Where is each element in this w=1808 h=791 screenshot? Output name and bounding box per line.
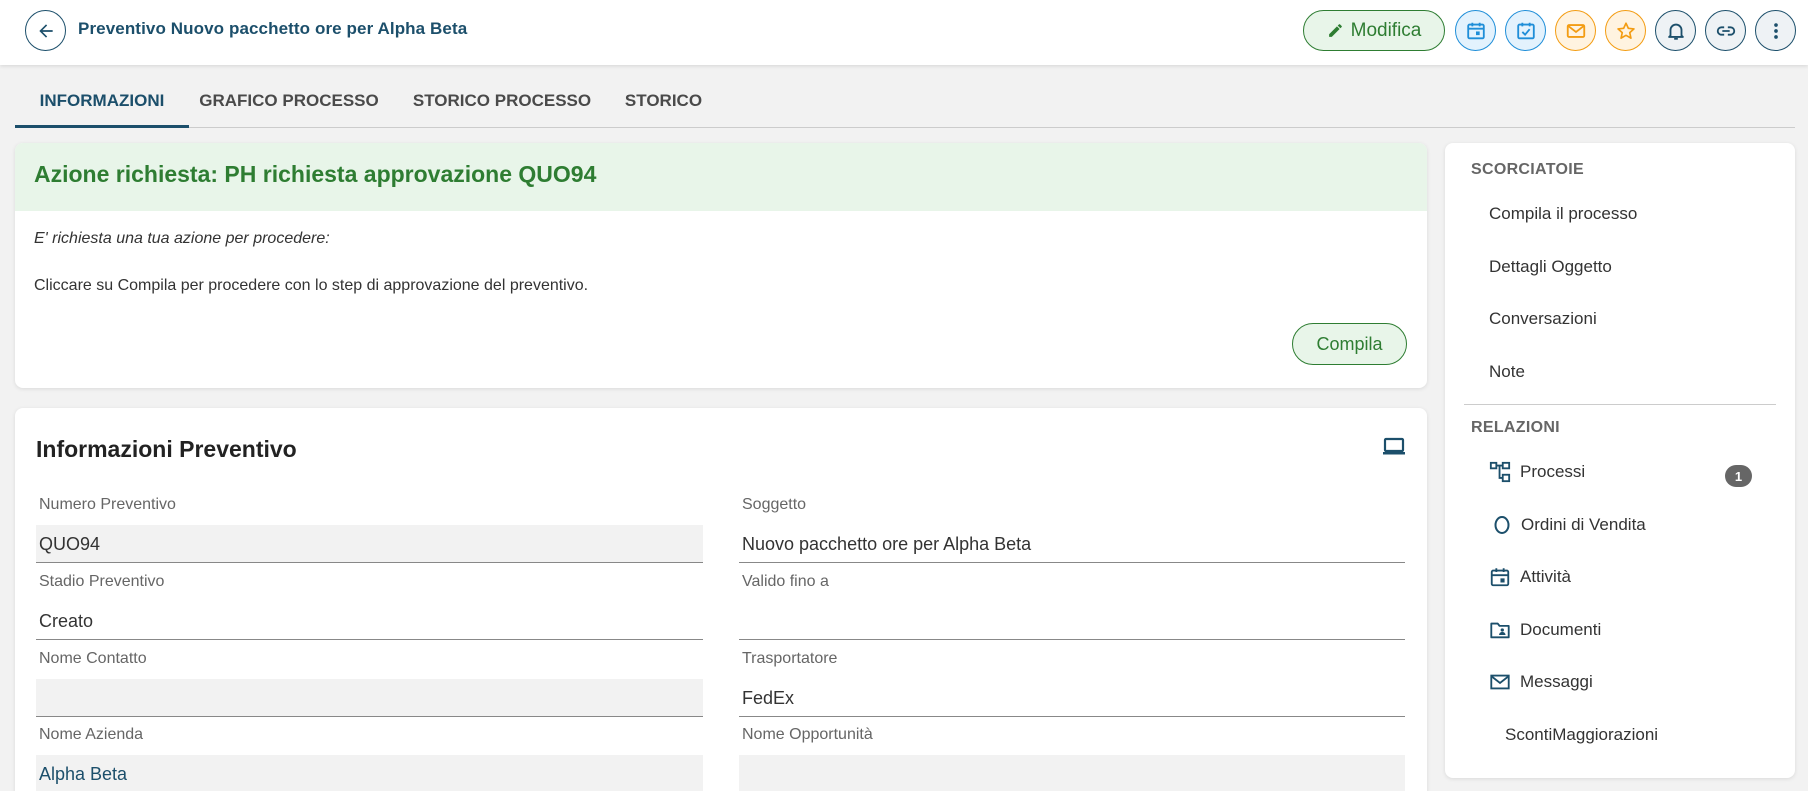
task-button[interactable]	[1505, 10, 1546, 51]
link-button[interactable]	[1705, 10, 1746, 51]
shortcut-compila-processo[interactable]: Compila il processo	[1489, 204, 1637, 224]
tab-informazioni[interactable]: INFORMAZIONI	[15, 78, 189, 128]
top-header: Preventivo Nuovo pacchetto ore per Alpha…	[0, 0, 1808, 65]
circle-icon	[1494, 516, 1510, 534]
arrow-left-icon	[38, 23, 53, 38]
notifications-button[interactable]	[1655, 10, 1696, 51]
relation-sconti-maggiorazioni[interactable]: ScontiMaggiorazioni	[1505, 725, 1658, 745]
calendar-button[interactable]	[1455, 10, 1496, 51]
trasportatore-field[interactable]: FedEx	[739, 679, 1405, 717]
field-label: Trasportatore	[742, 650, 838, 667]
more-options-button[interactable]	[1755, 10, 1796, 51]
more-vert-icon	[1773, 22, 1778, 39]
required-action-title: Azione richiesta: PH richiesta approvazi…	[15, 143, 1427, 211]
relation-messaggi[interactable]: Messaggi	[1489, 669, 1593, 695]
required-action-card: Azione richiesta: PH richiesta approvazi…	[15, 143, 1427, 388]
bell-icon	[1667, 23, 1684, 40]
soggetto-field[interactable]: Nuovo pacchetto ore per Alpha Beta	[739, 525, 1405, 563]
relations-heading: RELAZIONI	[1471, 419, 1560, 436]
sidebar-divider	[1464, 404, 1776, 405]
relation-ordini-vendita[interactable]: Ordini di Vendita	[1492, 512, 1646, 538]
field-label: Numero Preventivo	[39, 496, 176, 513]
star-icon	[1616, 21, 1635, 39]
tab-bar: INFORMAZIONI GRAFICO PROCESSO STORICO PR…	[15, 78, 1795, 128]
stadio-preventivo-field[interactable]: Creato	[36, 602, 703, 640]
nome-azienda-link[interactable]: Alpha Beta	[36, 755, 703, 791]
sidebar: SCORCIATOIE Compila il processo Dettagli…	[1445, 143, 1795, 778]
page-title: Preventivo Nuovo pacchetto ore per Alpha…	[78, 19, 468, 38]
edit-button-label: Modifica	[1350, 19, 1422, 41]
field-label: Nome Contatto	[39, 650, 147, 667]
nome-opportunita-field	[739, 755, 1405, 791]
relation-label: Documenti	[1520, 620, 1602, 639]
shortcut-note[interactable]: Note	[1489, 362, 1525, 382]
calendar-icon	[1490, 568, 1510, 587]
numero-preventivo-field: QUO94	[36, 525, 703, 563]
required-action-text: Cliccare su Compila per procedere con lo…	[34, 277, 589, 294]
calendar-icon	[1466, 22, 1485, 39]
mail-icon	[1490, 674, 1510, 690]
relation-label: Processi	[1520, 462, 1586, 481]
shortcut-conversazioni[interactable]: Conversazioni	[1489, 309, 1597, 329]
relation-attivita[interactable]: Attività	[1489, 564, 1571, 590]
back-button[interactable]	[25, 10, 66, 51]
relation-label: Messaggi	[1520, 672, 1593, 691]
shortcuts-heading: SCORCIATOIE	[1471, 161, 1584, 178]
field-label: Nome Azienda	[39, 726, 144, 743]
mail-icon	[1566, 23, 1585, 38]
relation-label: Attività	[1520, 567, 1572, 586]
folder-user-icon	[1490, 622, 1510, 639]
shortcut-dettagli-oggetto[interactable]: Dettagli Oggetto	[1489, 257, 1612, 277]
relation-processi[interactable]: Processi	[1489, 459, 1585, 485]
email-button[interactable]	[1555, 10, 1596, 51]
field-label: Nome Opportunità	[742, 726, 873, 743]
field-label: Soggetto	[742, 496, 807, 513]
field-label: Stadio Preventivo	[39, 573, 165, 590]
valido-fino-a-field[interactable]	[739, 602, 1405, 640]
link-icon	[1716, 25, 1735, 36]
relation-documenti[interactable]: Documenti	[1489, 617, 1601, 643]
required-action-subtitle: E' richiesta una tua azione per proceder…	[34, 230, 330, 247]
edit-button[interactable]: Modifica	[1303, 10, 1445, 51]
quote-info-card: Informazioni Preventivo Numero Preventiv…	[15, 408, 1427, 791]
process-tree-icon	[1489, 461, 1511, 483]
processi-count-badge: 1	[1725, 465, 1752, 487]
nome-contatto-field	[36, 679, 703, 717]
pencil-icon	[1328, 24, 1342, 37]
favorite-button[interactable]	[1605, 10, 1646, 51]
field-label: Valido fino a	[742, 573, 829, 590]
relation-label: Ordini di Vendita	[1521, 515, 1646, 534]
section-title: Informazioni Preventivo	[36, 436, 297, 462]
tab-grafico-processo[interactable]: GRAFICO PROCESSO	[195, 78, 383, 128]
monitor-icon[interactable]	[1382, 436, 1406, 458]
tab-storico-processo[interactable]: STORICO PROCESSO	[412, 78, 592, 128]
tab-storico[interactable]: STORICO	[621, 78, 706, 128]
check-calendar-icon	[1516, 22, 1535, 39]
compila-button[interactable]: Compila	[1292, 323, 1407, 365]
